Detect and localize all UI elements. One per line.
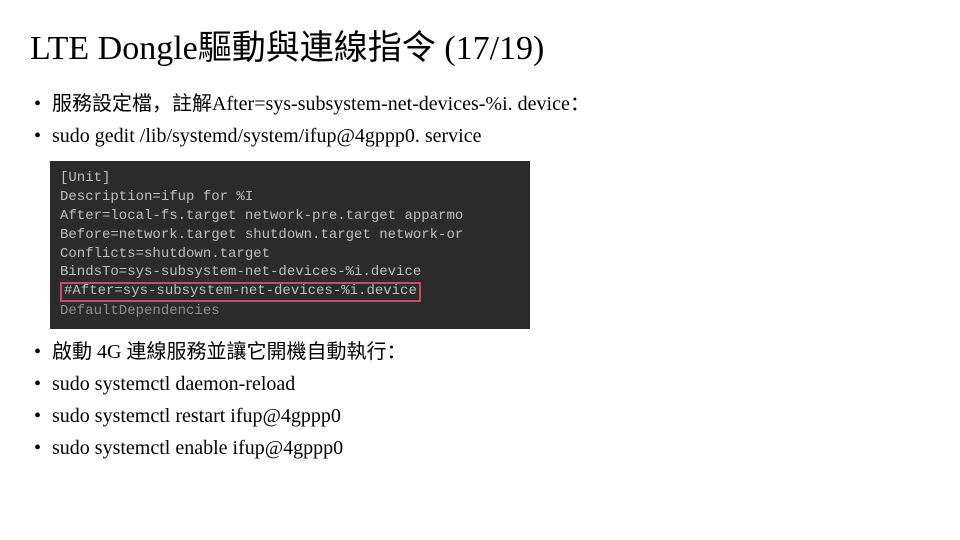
bullets-top: 服務設定檔，註解After=sys-subsystem-net-devices-… — [30, 89, 930, 151]
bullet-item: sudo systemctl restart ifup@4gppp0 — [30, 401, 930, 431]
terminal-line: BindsTo=sys-subsystem-net-devices-%i.dev… — [60, 263, 520, 282]
terminal-line: Before=network.target shutdown.target ne… — [60, 226, 520, 245]
bullet-item: sudo systemctl enable ifup@4gppp0 — [30, 433, 930, 463]
highlight-box: #After=sys-subsystem-net-devices-%i.devi… — [60, 282, 421, 301]
bullet-item: sudo systemctl daemon-reload — [30, 369, 930, 399]
slide-title: LTE Dongle驅動與連線指令 (17/19) — [30, 20, 930, 69]
terminal-line: Description=ifup for %I — [60, 188, 520, 207]
bullet-item: 啟動 4G 連線服務並讓它開機自動執行： — [30, 337, 930, 367]
terminal-line-highlight: #After=sys-subsystem-net-devices-%i.devi… — [60, 282, 520, 301]
bullet-item: sudo gedit /lib/systemd/system/ifup@4gpp… — [30, 121, 930, 151]
terminal-screenshot: [Unit] Description=ifup for %I After=loc… — [50, 161, 530, 329]
terminal-line: After=local-fs.target network-pre.target… — [60, 207, 520, 226]
slide: LTE Dongle驅動與連線指令 (17/19) 服務設定檔，註解After=… — [0, 0, 960, 491]
terminal-line: [Unit] — [60, 169, 520, 188]
terminal-line: Conflicts=shutdown.target — [60, 245, 520, 264]
bullet-item: 服務設定檔，註解After=sys-subsystem-net-devices-… — [30, 89, 930, 119]
terminal-line-dim: DefaultDependencies — [60, 302, 520, 321]
bullets-bottom: 啟動 4G 連線服務並讓它開機自動執行： sudo systemctl daem… — [30, 337, 930, 463]
